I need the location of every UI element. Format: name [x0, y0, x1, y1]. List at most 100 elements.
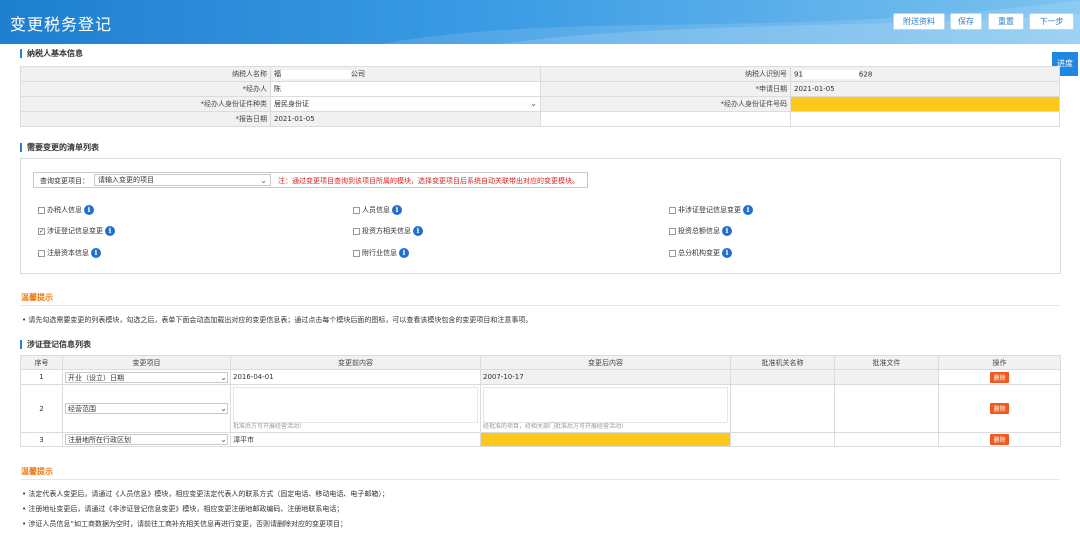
delete-button[interactable]: 删除: [990, 403, 1009, 414]
table-row: 3 注册地所在行政区划 ⌄ 漳平市 删除: [20, 432, 1061, 447]
reset-button[interactable]: 重置: [988, 13, 1024, 30]
col-header: 变更前内容: [230, 355, 481, 370]
agent-input[interactable]: 陈: [270, 81, 541, 97]
col-header: 序号: [20, 355, 63, 370]
query-label: 查询变更项目：: [40, 177, 89, 185]
agent-label: *经办人: [20, 81, 271, 97]
checkbox[interactable]: [669, 227, 676, 235]
id-type-label: *经办人身份证件种类: [20, 96, 271, 112]
divider: [20, 479, 1060, 480]
checkbox-item[interactable]: ✓ 涉证登记信息变更 i: [38, 226, 115, 236]
checkbox-item[interactable]: 投资方相关信息 i: [353, 226, 423, 236]
op-cell: 删除: [938, 369, 1061, 385]
checkbox[interactable]: [669, 249, 676, 257]
checkbox-checked[interactable]: ✓: [38, 227, 45, 235]
checkbox-item[interactable]: 办税人信息 i: [38, 205, 94, 215]
approval-org-cell[interactable]: [730, 369, 835, 385]
info-icon[interactable]: i: [84, 205, 94, 215]
info-icon[interactable]: i: [392, 205, 402, 215]
approval-doc-cell[interactable]: [834, 369, 939, 385]
checkbox-item[interactable]: 注册资本信息 i: [38, 248, 101, 258]
item-select[interactable]: 注册地所在行政区划 ⌄: [65, 434, 228, 445]
checkbox-item[interactable]: 附行业信息 i: [353, 248, 409, 258]
checkbox[interactable]: [669, 206, 676, 214]
info-icon[interactable]: i: [413, 226, 423, 236]
info-icon[interactable]: i: [743, 205, 753, 215]
checkbox-item[interactable]: 非涉证登记信息变更 i: [669, 205, 753, 215]
item-cell: 开业（设立）日期 ⌄: [62, 369, 231, 385]
before-cell[interactable]: 批准后方可开展经营活动）: [230, 384, 481, 433]
empty-cell: [540, 111, 791, 127]
divider: [20, 305, 1060, 306]
checkbox-item[interactable]: 总分机构变更 i: [669, 248, 732, 258]
op-cell: 删除: [938, 384, 1061, 433]
chevron-down-icon: ⌄: [220, 404, 227, 413]
redacted-text: [483, 387, 728, 423]
query-select[interactable]: 请输入变更的项目 ⌄: [94, 174, 271, 186]
attach-docs-button[interactable]: 附送资料: [893, 13, 945, 30]
chevron-down-icon: ⌄: [220, 372, 227, 382]
after-text-tail: 经批准的项目，经相关部门批准后方可开展经营活动）: [483, 423, 628, 430]
info-icon[interactable]: i: [91, 248, 101, 258]
section-title-basic: 纳税人基本信息: [20, 49, 83, 58]
item-cell: 注册地所在行政区划 ⌄: [62, 432, 231, 447]
next-step-button[interactable]: 下一步: [1029, 13, 1074, 30]
taxpayer-id-value: 91 628: [790, 66, 1060, 82]
col-header: 操作: [938, 355, 1061, 370]
id-type-select[interactable]: 居民身份证 ⌄: [270, 96, 541, 112]
empty-cell: [790, 111, 1060, 127]
before-cell: 2016-04-01: [230, 369, 481, 385]
id-number-input[interactable]: [790, 96, 1060, 112]
approval-doc-cell[interactable]: [834, 432, 939, 447]
info-icon[interactable]: i: [722, 226, 732, 236]
item-select[interactable]: 经营范围 ⌄: [65, 403, 228, 414]
table-header: 序号 变更项目 变更前内容 变更后内容 批准机关名称 批准文件 操作: [20, 355, 1061, 370]
approval-doc-cell[interactable]: [834, 384, 939, 433]
apply-date-label: *申请日期: [540, 81, 791, 97]
after-cell[interactable]: 2007-10-17: [480, 369, 731, 385]
row-number: 2: [20, 384, 63, 433]
taxpayer-name-value: 福 公司: [270, 66, 541, 82]
tip-text: • 请先勾选需要变更的列表模块，勾选之后，表单下面会动态加载出对应的变更信息表；…: [22, 316, 533, 324]
col-header: 批准文件: [834, 355, 939, 370]
page-title: 变更税务登记: [10, 15, 113, 34]
delete-button[interactable]: 删除: [990, 371, 1009, 383]
info-icon[interactable]: i: [722, 248, 732, 258]
before-text-tail: 批准后方可开展经营活动）: [233, 423, 306, 430]
delete-button[interactable]: 删除: [990, 434, 1009, 445]
col-header: 变更项目: [62, 355, 231, 370]
row-number: 1: [20, 369, 63, 385]
change-list-box: 查询变更项目： 请输入变更的项目 ⌄ 注：通过变更项目查询到该项目所属的模块，选择…: [20, 158, 1061, 274]
approval-org-cell[interactable]: [730, 384, 835, 433]
save-button[interactable]: 保存: [950, 13, 982, 30]
section-title-change-list: 需要变更的清单列表: [20, 143, 99, 152]
tip-text: • 注册地址变更后，请通过《非涉证登记信息变更》模块，相应变更注册地邮政编码、注…: [22, 505, 344, 513]
after-cell[interactable]: [480, 432, 731, 447]
item-select[interactable]: 开业（设立）日期 ⌄: [65, 371, 228, 383]
checkbox-item[interactable]: 人员信息 i: [353, 205, 402, 215]
op-cell: 删除: [938, 432, 1061, 447]
info-icon[interactable]: i: [399, 248, 409, 258]
checkbox-item[interactable]: 投资总额信息 i: [669, 226, 732, 236]
tip-title: 温馨提示: [21, 467, 53, 476]
approval-org-cell[interactable]: [730, 432, 835, 447]
item-cell: 经营范围 ⌄: [62, 384, 231, 433]
taxpayer-name-prefix: 福: [274, 70, 281, 78]
after-cell[interactable]: 经批准的项目，经相关部门批准后方可开展经营活动）: [480, 384, 731, 433]
report-date-value: 2021-01-05: [270, 111, 541, 127]
checkbox[interactable]: [38, 206, 45, 214]
info-icon[interactable]: i: [105, 226, 115, 236]
taxpayer-id-suffix: 628: [858, 70, 873, 78]
cert-change-table: 序号 变更项目 变更前内容 变更后内容 批准机关名称 批准文件 操作 1 开业（…: [20, 355, 1061, 447]
redacted-text: [233, 387, 478, 423]
checkbox[interactable]: [38, 249, 45, 257]
checkbox[interactable]: [353, 206, 360, 214]
row-number: 3: [20, 432, 63, 447]
basic-info-table: 纳税人名称 福 公司 纳税人识别号 91 628 *经办人 陈 *申请日期 2021…: [20, 66, 1060, 127]
query-note: 注：通过变更项目查询到该项目所属的模块，选择变更项目后系统自动关联带出对应的变更…: [278, 177, 579, 185]
report-date-label: *报告日期: [20, 111, 271, 127]
query-placeholder: 请输入变更的项目: [98, 176, 154, 184]
redaction-mask: [802, 69, 859, 79]
checkbox[interactable]: [353, 227, 360, 235]
checkbox[interactable]: [353, 249, 360, 257]
